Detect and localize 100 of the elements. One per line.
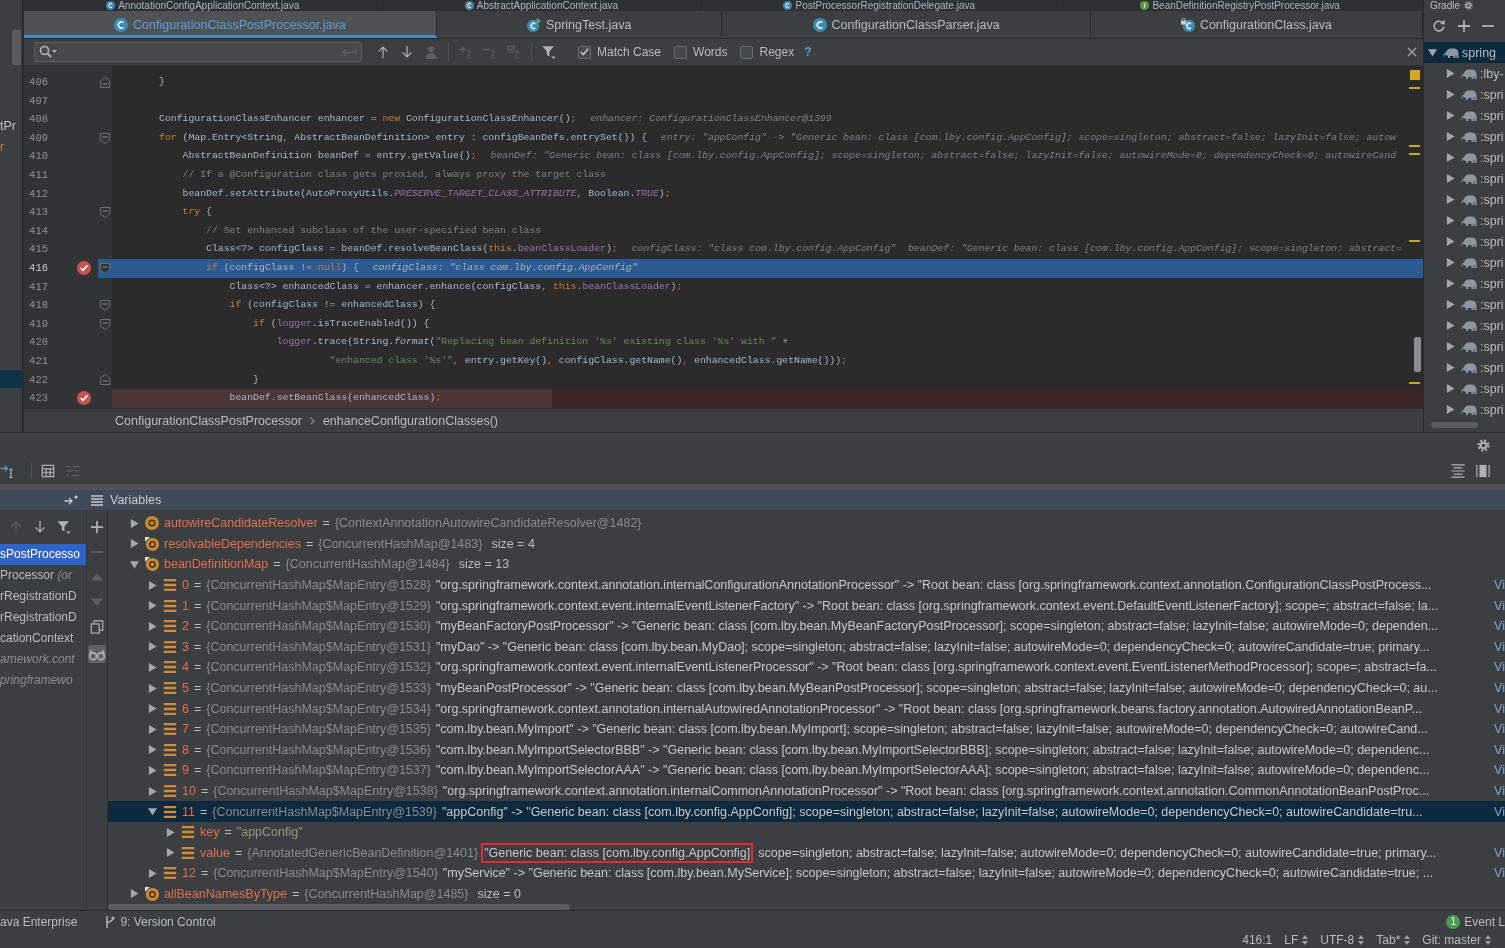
copy-icon[interactable] — [90, 620, 104, 634]
fold-marker-icon[interactable] — [100, 262, 110, 274]
calculator-icon[interactable] — [41, 464, 55, 478]
fold-marker-icon[interactable] — [100, 206, 110, 218]
settings-icon[interactable] — [1464, 1, 1473, 10]
tree-arrow-icon[interactable] — [148, 724, 157, 734]
tree-arrow-icon[interactable] — [1446, 132, 1455, 141]
columns-icon[interactable] — [1476, 464, 1490, 478]
tree-arrow-icon[interactable] — [1446, 195, 1455, 204]
tree-arrow-icon[interactable] — [148, 786, 157, 796]
fold-marker-icon[interactable] — [100, 318, 110, 330]
frame-item[interactable]: cationContext — [0, 628, 86, 649]
status-item[interactable]: Tab* — [1376, 933, 1411, 947]
tree-arrow-icon[interactable] — [1446, 174, 1455, 183]
tree-arrow-icon[interactable] — [148, 601, 157, 611]
scrollbar-thumb[interactable] — [12, 30, 21, 65]
tree-arrow-icon[interactable] — [1428, 48, 1437, 57]
view-link[interactable]: Vi — [1488, 804, 1505, 819]
status-item[interactable]: LF — [1284, 933, 1309, 947]
fold-marker-icon[interactable] — [100, 299, 110, 311]
tool-window-button[interactable]: ava Enterprise — [0, 914, 78, 929]
down-arrow-icon[interactable] — [33, 520, 47, 534]
view-link[interactable]: Vi — [1488, 845, 1505, 860]
search-option[interactable]: Match Case — [578, 45, 662, 59]
checkbox[interactable] — [740, 45, 754, 59]
scrollbar-thumb[interactable] — [1431, 422, 1478, 428]
editor-tab[interactable]: ConfigurationClass.java — [1090, 11, 1423, 38]
tree-arrow-icon[interactable] — [148, 683, 157, 693]
tree-arrow-icon[interactable] — [148, 580, 157, 590]
view-link[interactable]: Vi — [1488, 681, 1505, 696]
plus-icon[interactable] — [90, 520, 104, 534]
tree-arrow-icon[interactable] — [1446, 321, 1455, 330]
tree-arrow-icon[interactable] — [1446, 384, 1455, 393]
project-tree-item[interactable]: r — [0, 137, 22, 158]
frame-item[interactable]: Processor (or — [0, 565, 86, 586]
tick-circle-icon[interactable] — [77, 391, 91, 406]
filter-icon[interactable] — [542, 45, 556, 59]
frame-item[interactable]: rRegistrationD — [0, 607, 86, 628]
search-icon[interactable] — [39, 45, 57, 59]
tree-item[interactable]: spring — [1424, 42, 1505, 63]
align-lines-icon[interactable] — [1451, 464, 1465, 478]
tree-arrow-icon[interactable] — [148, 621, 157, 631]
tree-arrow-icon[interactable] — [166, 827, 175, 837]
checkbox[interactable] — [674, 45, 688, 59]
tree-arrow-icon[interactable] — [148, 745, 157, 755]
minus-icon[interactable] — [1482, 24, 1494, 27]
arrow-cursor-icon[interactable] — [0, 464, 14, 478]
status-item[interactable]: 416:1 — [1242, 933, 1273, 947]
settings-icon[interactable] — [1477, 439, 1490, 452]
search-option[interactable]: Words — [674, 45, 728, 59]
breadcrumb-item[interactable]: ConfigurationClassPostProcessor — [115, 413, 302, 428]
fold-marker-icon[interactable] — [100, 132, 110, 144]
view-link[interactable]: Vi — [1488, 660, 1505, 675]
tree-arrow-icon[interactable] — [148, 704, 157, 714]
scrollbar-thumb[interactable] — [108, 904, 570, 911]
tree-arrow-icon[interactable] — [148, 642, 157, 652]
status-item[interactable]: UTF-8 — [1320, 933, 1365, 947]
tree-arrow-icon[interactable] — [1446, 69, 1455, 78]
fold-marker-icon[interactable] — [100, 76, 110, 88]
tick-circle-icon[interactable] — [77, 261, 91, 276]
tree-arrow-icon[interactable] — [1446, 237, 1455, 246]
arrow-dot-icon[interactable] — [64, 495, 78, 505]
view-link[interactable]: Vi — [1488, 578, 1505, 593]
search-field[interactable] — [34, 42, 362, 62]
tree-arrow-icon[interactable] — [1446, 258, 1455, 267]
tree-arrow-icon[interactable] — [130, 889, 139, 899]
tree-arrow-icon[interactable] — [148, 807, 157, 817]
plus-icon[interactable] — [1458, 19, 1470, 32]
search-option[interactable]: Regex — [740, 45, 795, 59]
tree-arrow-icon[interactable] — [1446, 279, 1455, 288]
view-link[interactable]: Vi — [1488, 639, 1505, 654]
editor-tab[interactable]: ConfigurationClassParser.java — [722, 11, 1091, 38]
tool-window-button[interactable]: 9: Version Control — [105, 914, 216, 929]
tree-arrow-icon[interactable] — [130, 518, 139, 528]
view-link[interactable]: Vi — [1488, 598, 1505, 613]
tree-arrow-icon[interactable] — [1446, 342, 1455, 351]
tree-arrow-icon[interactable] — [166, 848, 175, 858]
help-link[interactable]: ? — [804, 45, 812, 59]
editor-tab[interactable]: SpringTest.java — [436, 11, 723, 38]
tree-arrow-icon[interactable] — [148, 765, 157, 775]
tree-arrow-icon[interactable] — [1446, 405, 1455, 414]
project-tree-item[interactable]: tPr — [0, 116, 22, 137]
tree-arrow-icon[interactable] — [130, 560, 139, 569]
view-link[interactable]: Vi — [1488, 722, 1505, 737]
scrollbar-thumb[interactable] — [1414, 337, 1421, 372]
status-item[interactable]: Git: master — [1422, 933, 1491, 947]
down-arrow-icon[interactable] — [400, 45, 414, 59]
view-link[interactable]: Vi — [1488, 866, 1505, 881]
frame-item[interactable]: sPostProcesso — [0, 544, 86, 565]
tree-arrow-icon[interactable] — [148, 868, 157, 878]
refresh-icon[interactable] — [1432, 18, 1446, 33]
view-link[interactable]: Vi — [1488, 763, 1505, 778]
view-link[interactable]: Vi — [1488, 619, 1505, 634]
square-marker-icon[interactable] — [1410, 70, 1420, 80]
view-link[interactable]: Vi — [1488, 784, 1505, 798]
tree-arrow-icon[interactable] — [1446, 216, 1455, 225]
tool-window-button[interactable]: Event L — [1464, 914, 1505, 929]
variable-row[interactable] — [108, 801, 1505, 822]
tree-arrow-icon[interactable] — [148, 662, 157, 672]
frame-item[interactable]: rRegistrationD — [0, 586, 86, 607]
